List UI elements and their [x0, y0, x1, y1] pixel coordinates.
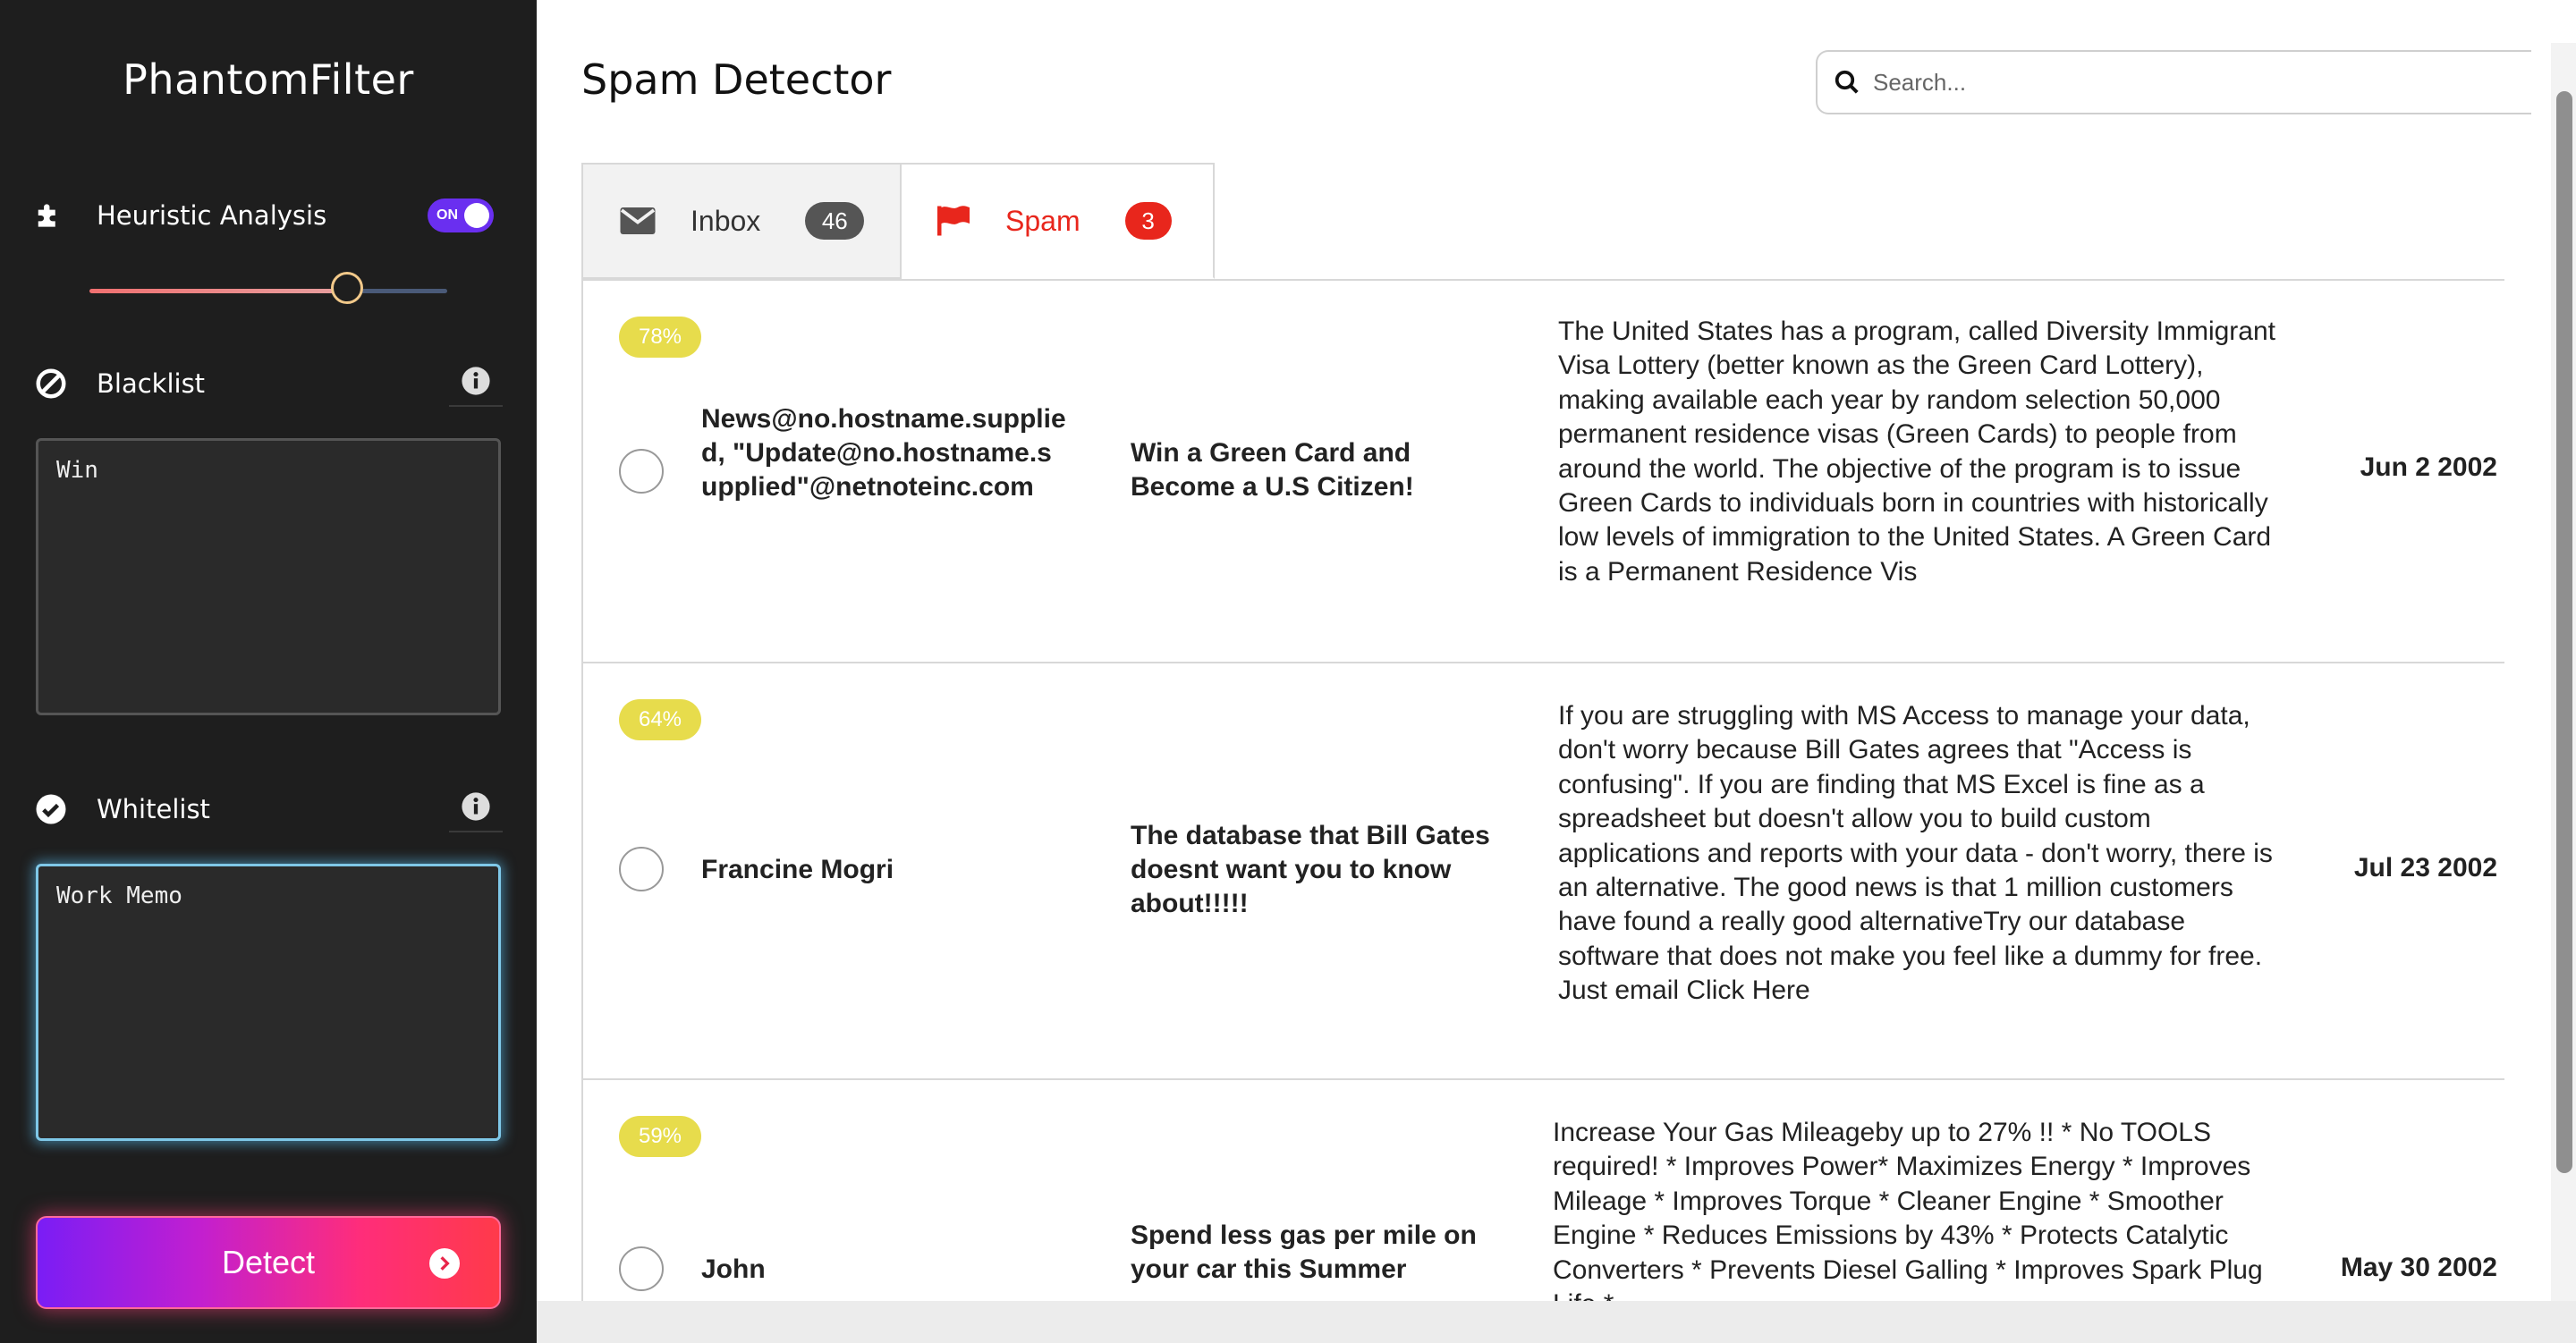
email-row[interactable]: 59% John Spend less gas per mile on your… [583, 1080, 2504, 1301]
sidebar: PhantomFilter Heuristic Analysis ON Blac… [0, 0, 537, 1343]
toggle-state-text: ON [436, 207, 458, 223]
email-body-preview: The United States has a program, called … [1558, 317, 2275, 587]
ban-icon [34, 367, 68, 401]
spam-score-badge: 59% [619, 1116, 701, 1157]
email-date: Jul 23 2002 [2353, 853, 2497, 883]
mail-tabs: Inbox 46 Spam 3 [581, 163, 1215, 281]
brand-logo: PhantomFilter [123, 55, 414, 104]
email-from: News@no.hostname.supplied, "Update@no.ho… [701, 404, 1066, 502]
email-date: Jun 2 2002 [2360, 452, 2497, 482]
email-row[interactable]: 78% News@no.hostname.supplied, "Update@n… [583, 281, 2504, 663]
search-box[interactable] [1816, 50, 2531, 114]
blacklist-info-button[interactable] [449, 360, 503, 407]
flag-icon [936, 205, 971, 237]
tab-spam-label: Spam [1005, 204, 1080, 237]
email-body-preview: If you are struggling with MS Access to … [1558, 701, 2273, 1006]
whitelist-label: Whitelist [97, 794, 210, 824]
slider-thumb[interactable] [331, 272, 363, 304]
whitelist-info-button[interactable] [449, 786, 503, 832]
spam-score-badge: 64% [619, 699, 701, 740]
main-panel: Spam Detector Inbox 46 Spam 3 78% News@n… [537, 0, 2576, 1301]
check-circle-icon [34, 792, 68, 826]
tab-inbox-label: Inbox [691, 204, 761, 237]
heuristic-toggle[interactable]: ON [428, 198, 494, 232]
tab-inbox[interactable]: Inbox 46 [581, 163, 902, 279]
email-select-checkbox[interactable] [619, 1246, 664, 1291]
heuristic-slider[interactable] [89, 272, 447, 304]
spam-score-badge: 78% [619, 317, 701, 358]
toggle-knob [464, 203, 489, 228]
slider-fill [89, 289, 347, 293]
puzzle-icon [34, 198, 68, 232]
blacklist-textarea[interactable] [36, 438, 501, 715]
email-subject: Spend less gas per mile on your car this… [1131, 1221, 1477, 1284]
info-icon [461, 366, 491, 401]
email-subject: Win a Green Card and Become a U.S Citize… [1131, 438, 1414, 502]
scrollbar-thumb[interactable] [2556, 91, 2572, 1173]
page-title: Spam Detector [581, 55, 892, 104]
email-list: 78% News@no.hostname.supplied, "Update@n… [581, 279, 2504, 1301]
inbox-count-badge: 46 [805, 202, 865, 240]
email-row[interactable]: 64% Francine Mogri The database that Bil… [583, 663, 2504, 1080]
blacklist-label: Blacklist [97, 368, 206, 399]
email-subject: The database that Bill Gates doesnt want… [1131, 821, 1490, 918]
heuristic-analysis-row: Heuristic Analysis ON [34, 193, 503, 238]
email-from: Francine Mogri [701, 855, 894, 884]
email-select-checkbox[interactable] [619, 449, 664, 494]
detect-label: Detect [221, 1244, 316, 1280]
scrollbar[interactable] [2551, 43, 2576, 1301]
heuristic-analysis-label: Heuristic Analysis [97, 200, 327, 231]
search-icon [1834, 69, 1860, 96]
search-input[interactable] [1871, 67, 2411, 97]
tab-spam[interactable]: Spam 3 [902, 163, 1215, 279]
whitelist-textarea[interactable] [36, 864, 501, 1141]
info-icon [461, 791, 491, 826]
whitelist-row: Whitelist [34, 787, 503, 832]
arrow-right-circle-icon [429, 1248, 460, 1279]
blacklist-row: Blacklist [34, 360, 503, 407]
email-select-checkbox[interactable] [619, 847, 664, 891]
email-body-preview: Increase Your Gas Mileageby up to 27% !!… [1553, 1118, 2263, 1301]
detect-button[interactable]: Detect [36, 1216, 501, 1309]
email-from: John [701, 1254, 766, 1284]
spam-count-badge: 3 [1124, 202, 1172, 240]
email-date: May 30 2002 [2340, 1253, 2497, 1282]
envelope-icon [619, 206, 657, 236]
